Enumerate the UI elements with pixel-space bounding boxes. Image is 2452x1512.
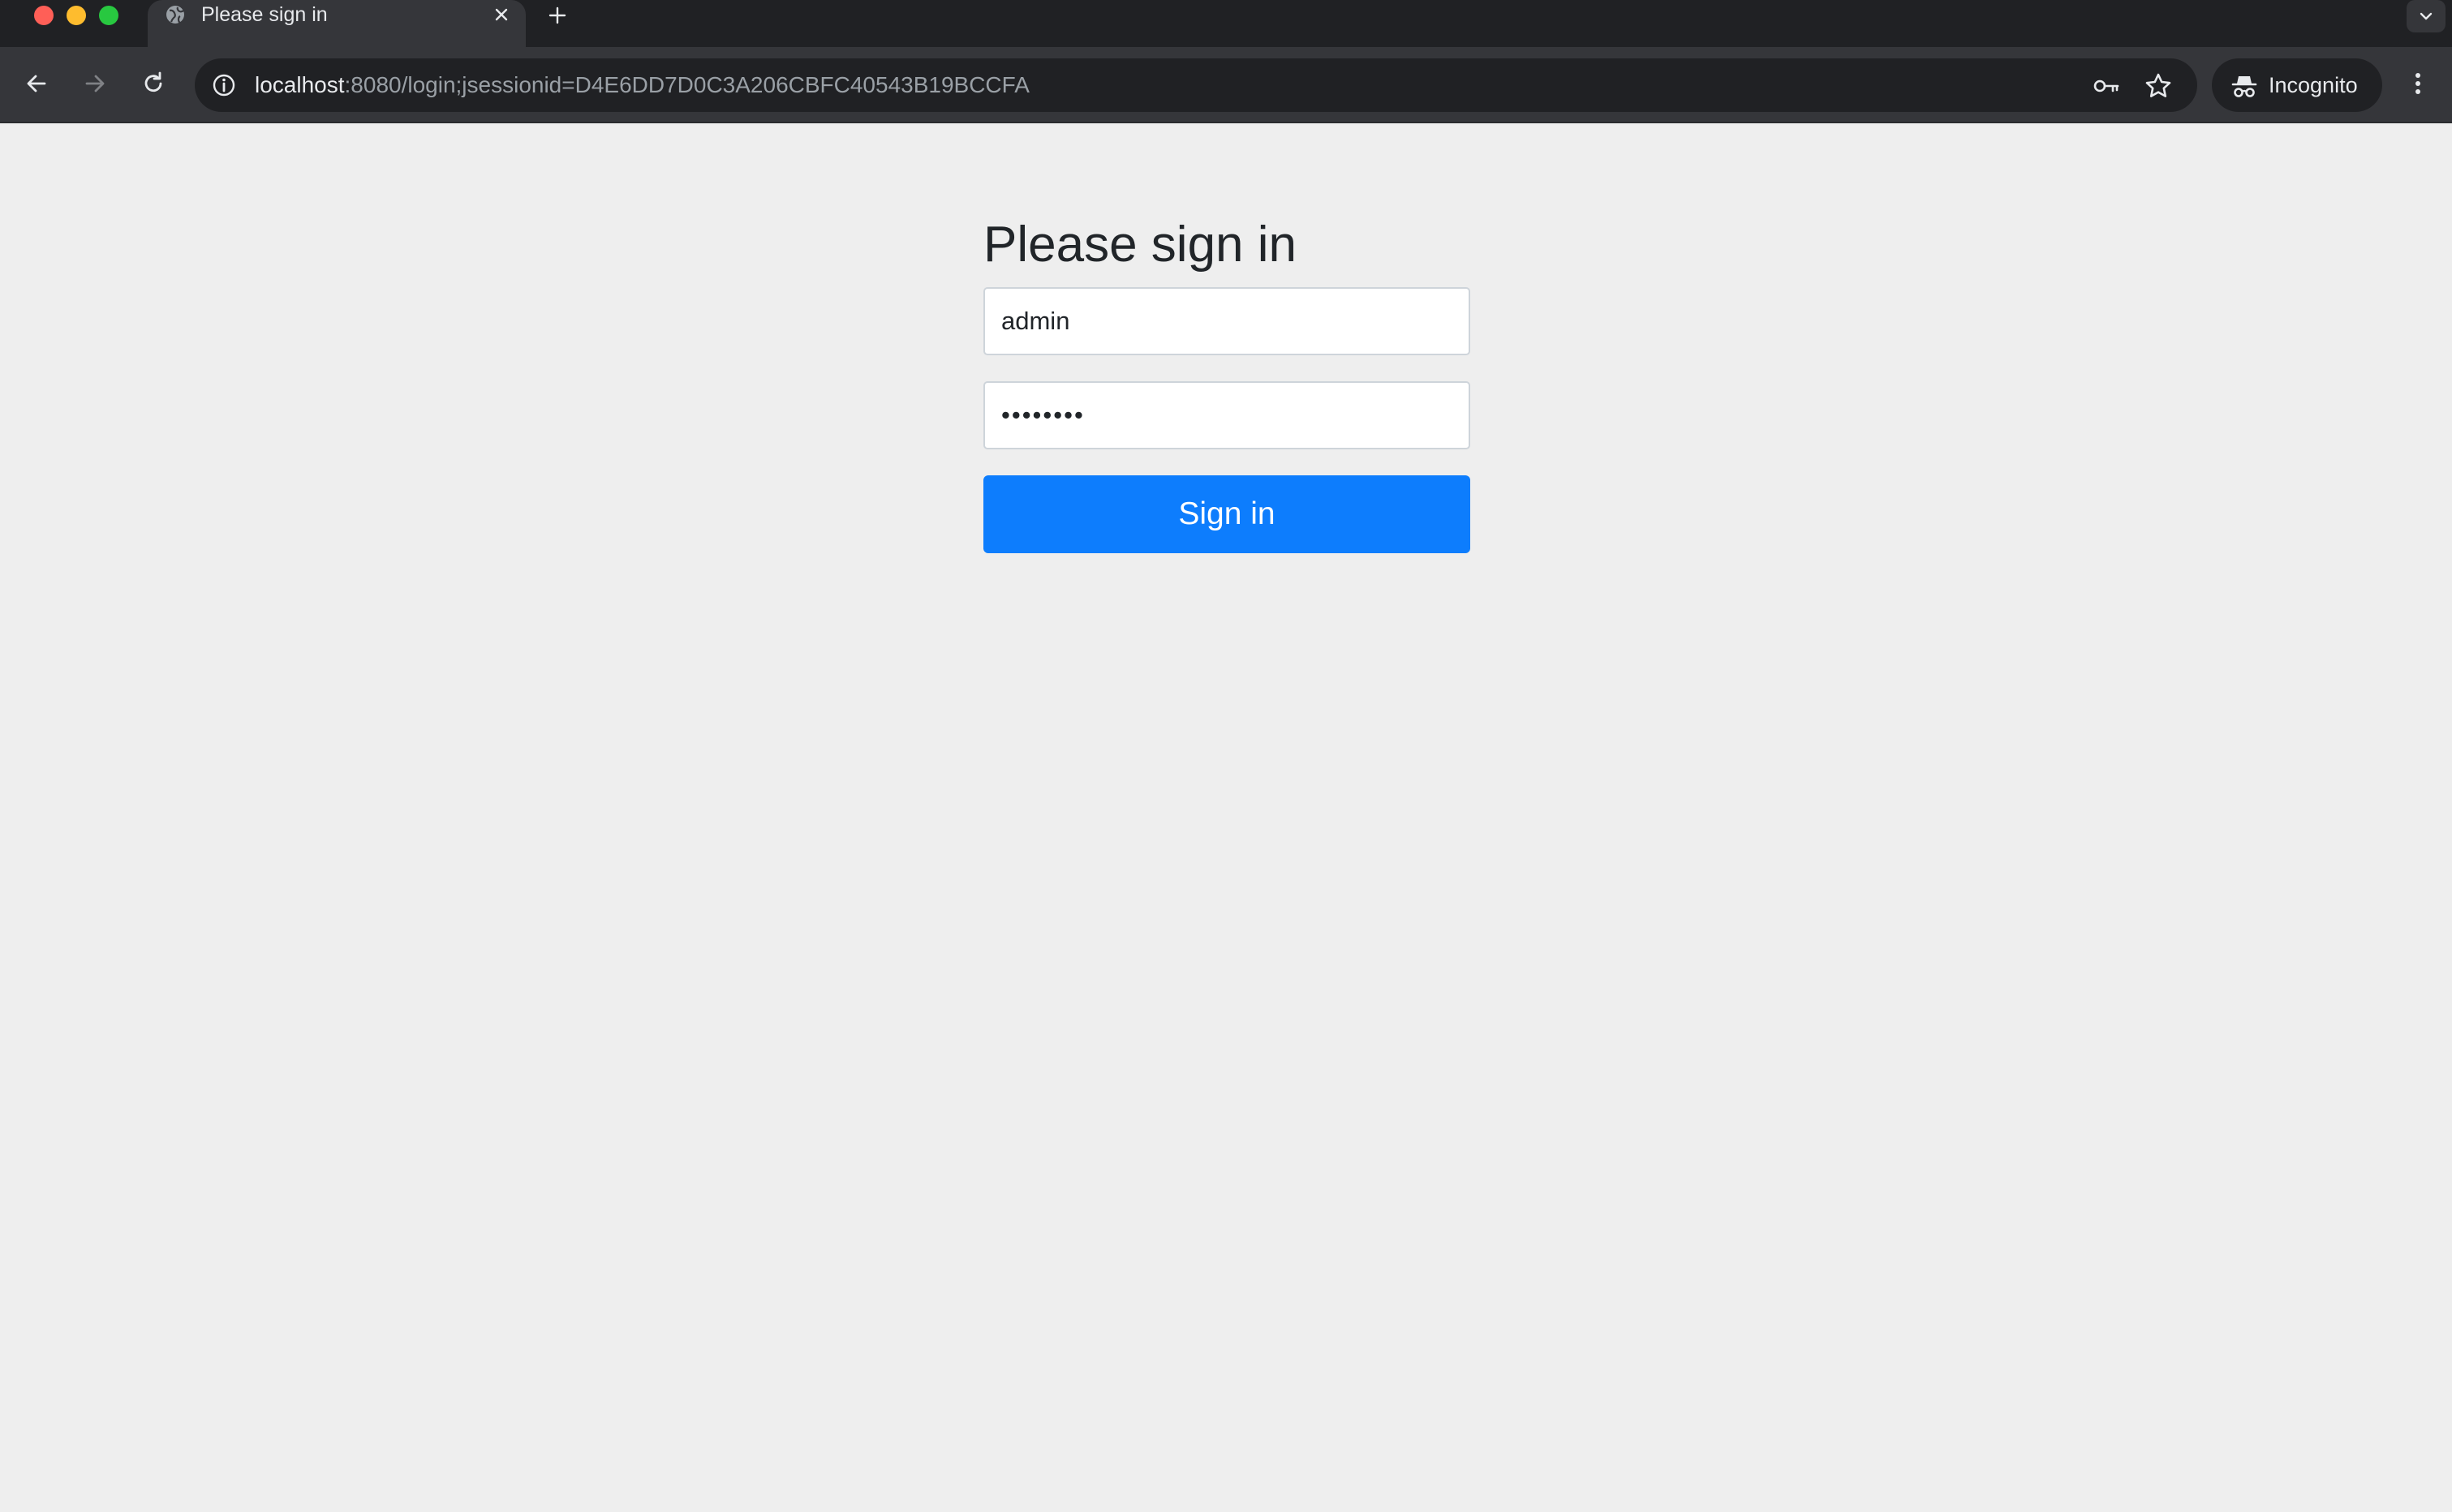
reload-icon[interactable]	[136, 67, 170, 101]
url-host: localhost	[255, 72, 345, 97]
incognito-indicator[interactable]: Incognito	[2212, 58, 2382, 112]
key-icon[interactable]	[2090, 70, 2123, 102]
login-form: Please sign in Sign in	[983, 204, 1470, 553]
browser-toolbar: localhost:8080/login;jsessionid=D4E6DD7D…	[0, 47, 2452, 123]
close-icon[interactable]	[490, 3, 513, 26]
window-close-button[interactable]	[34, 6, 54, 25]
tab-strip: Please sign in	[0, 0, 2452, 47]
tab-search-button[interactable]	[2407, 0, 2446, 32]
url-path: :8080/login;jsessionid=D4E6DD7D0C3A206CB…	[344, 72, 1030, 97]
star-icon[interactable]	[2142, 70, 2175, 102]
plus-icon[interactable]	[545, 3, 570, 28]
username-field[interactable]	[983, 287, 1470, 355]
page-viewport: Please sign in Sign in	[0, 123, 2452, 1512]
password-field[interactable]	[983, 381, 1470, 449]
window-maximize-button[interactable]	[99, 6, 118, 25]
arrow-right-icon[interactable]	[78, 67, 112, 101]
url-text[interactable]: localhost:8080/login;jsessionid=D4E6DD7D…	[255, 58, 1030, 112]
arrow-left-icon[interactable]	[19, 67, 54, 101]
browser-window: Please sign in localhost:8080/login;jses…	[0, 0, 2452, 1512]
address-bar[interactable]: localhost:8080/login;jsessionid=D4E6DD7D…	[195, 58, 2197, 112]
tab-title: Please sign in	[201, 3, 328, 26]
chevron-down-icon	[2420, 12, 2433, 20]
window-minimize-button[interactable]	[67, 6, 86, 25]
info-icon[interactable]	[209, 71, 239, 100]
page-title: Please sign in	[983, 217, 1297, 273]
globe-icon	[166, 6, 184, 24]
tab-active[interactable]: Please sign in	[148, 0, 526, 47]
incognito-icon	[2231, 76, 2257, 97]
sign-in-button[interactable]: Sign in	[983, 475, 1470, 553]
incognito-label: Incognito	[2269, 73, 2358, 97]
kebab-menu-icon[interactable]	[2402, 67, 2434, 101]
